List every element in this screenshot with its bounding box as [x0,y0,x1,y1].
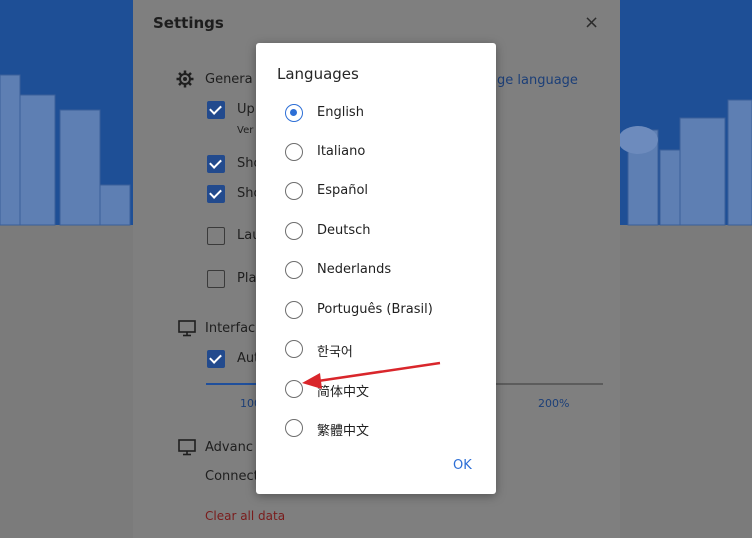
checkbox-play[interactable] [207,270,225,288]
language-label: 简体中文 [317,385,370,400]
language-option-nederlands[interactable]: Nederlands [285,261,485,281]
language-option-espanol[interactable]: Español [285,182,485,202]
language-option-italiano[interactable]: Italiano [285,143,485,163]
monitor-icon-advanced [178,439,196,456]
general-section-title: Genera [205,72,253,87]
checkbox-auto[interactable] [207,350,225,368]
language-label: Español [317,183,369,198]
language-label: Português (Brasil) [317,302,433,317]
language-option-traditional-chinese[interactable]: 繁體中文 [285,419,485,439]
radio-button[interactable] [285,182,303,200]
checkbox-updates[interactable] [207,101,225,119]
settings-title: Settings [153,14,224,32]
zoom-max-label: 200% [538,397,570,410]
checkbox-play-label: Pla [237,271,257,286]
radio-button[interactable] [285,261,303,279]
language-option-portugues[interactable]: Português (Brasil) [285,301,485,321]
checkbox-show-2[interactable] [207,185,225,203]
language-option-simplified-chinese[interactable]: 简体中文 [285,380,485,400]
ok-button[interactable]: OK [453,458,472,473]
languages-dialog: Languages English Italiano Español Deuts… [256,43,496,494]
language-label: English [317,105,364,120]
language-label: 한국어 [317,345,353,360]
language-label: Deutsch [317,223,371,238]
radio-button[interactable] [285,380,303,398]
checkbox-updates-label: Up [237,102,255,117]
connection-label: Connect [205,469,259,484]
clear-all-data-link[interactable]: Clear all data [205,509,285,523]
language-label: Italiano [317,144,366,159]
close-button[interactable]: × [584,12,599,33]
dialog-title: Languages [277,65,359,83]
zoom-slider-fill [206,383,256,385]
gear-icon [176,70,194,88]
checkbox-launch[interactable] [207,227,225,245]
advanced-section-title: Advanc [205,440,253,455]
version-text: Ver [237,125,254,136]
monitor-icon [178,320,196,337]
language-option-korean[interactable]: 한국어 [285,340,485,360]
language-label: 繁體中文 [317,424,370,439]
language-label: Nederlands [317,262,392,277]
language-option-english[interactable]: English [285,104,485,124]
change-language-link[interactable]: ge language [497,73,578,88]
checkbox-show-1[interactable] [207,155,225,173]
radio-button[interactable] [285,222,303,240]
radio-button[interactable] [285,340,303,358]
radio-button[interactable] [285,143,303,161]
radio-button[interactable] [285,301,303,319]
interface-section-title: Interfac [205,321,256,336]
radio-button[interactable] [285,419,303,437]
language-option-deutsch[interactable]: Deutsch [285,222,485,242]
radio-button-selected[interactable] [285,104,303,122]
